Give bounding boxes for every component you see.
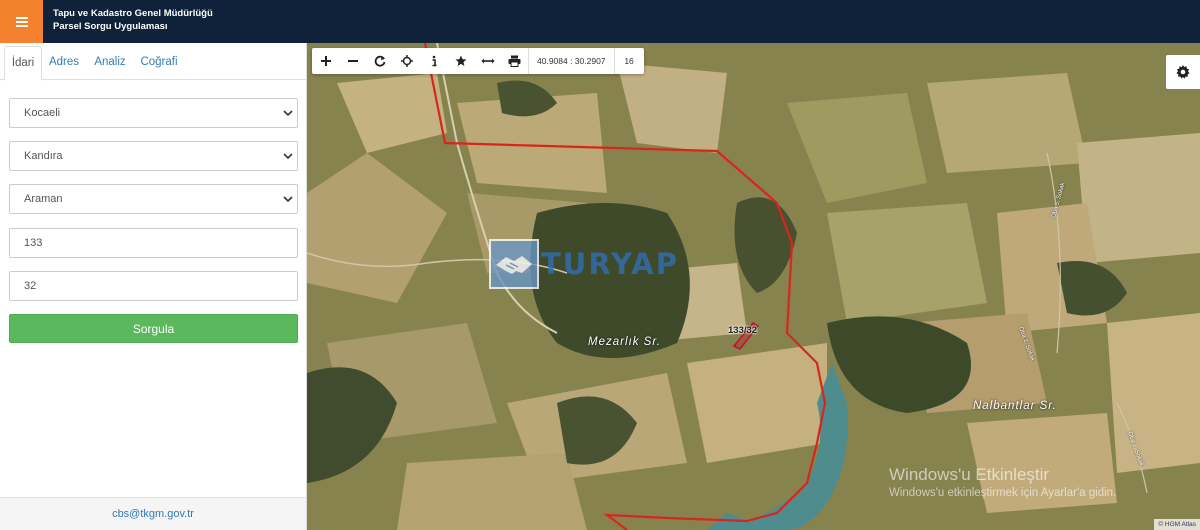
map-view[interactable]: 40.9084 : 30.2907 16 TURYAP Mezarlık Sr.… — [307, 43, 1200, 530]
chevron-down-icon — [283, 153, 293, 160]
app-name: Parsel Sorgu Uygulaması — [53, 21, 168, 32]
parcel-label: 133/32 — [728, 325, 758, 336]
zoom-in-icon[interactable] — [312, 48, 339, 74]
org-name: Tapu ve Kadastro Genel Müdürlüğü — [53, 8, 213, 19]
block-no-input[interactable]: 133 — [9, 228, 298, 258]
neighborhood-select[interactable]: Araman — [9, 184, 298, 214]
map-toolbar: 40.9084 : 30.2907 16 — [312, 48, 644, 74]
app-title: Tapu ve Kadastro Genel Müdürlüğü Parsel … — [53, 7, 213, 33]
tab-cografi[interactable]: Coğrafi — [136, 46, 182, 81]
print-icon[interactable] — [501, 48, 528, 74]
tab-bar: İdari Adres Analiz Coğrafi — [0, 43, 307, 81]
neighborhood-value: Araman — [24, 193, 63, 205]
place-label-mezarlik: Mezarlık Sr. — [588, 336, 661, 348]
tab-analiz[interactable]: Analiz — [89, 46, 131, 81]
parcel-no-input[interactable]: 32 — [9, 271, 298, 301]
zoom-out-icon[interactable] — [339, 48, 366, 74]
locate-icon[interactable] — [393, 48, 420, 74]
info-icon[interactable] — [420, 48, 447, 74]
tab-idari[interactable]: İdari — [4, 46, 42, 81]
place-label-nalbantlar: Nalbantlar Sr. — [973, 400, 1057, 412]
app-header: Tapu ve Kadastro Genel Müdürlüğü Parsel … — [0, 0, 1200, 43]
tab-adres[interactable]: Adres — [44, 46, 84, 81]
handshake-icon — [489, 239, 539, 289]
windows-activation-title: Windows'u Etkinleştir — [889, 465, 1050, 484]
province-select[interactable]: Kocaeli — [9, 98, 298, 128]
menu-button[interactable] — [0, 0, 43, 43]
contact-email-link[interactable]: cbs@tkgm.gov.tr — [112, 508, 194, 520]
district-select[interactable]: Kandıra — [9, 141, 298, 171]
gear-icon — [1176, 65, 1190, 79]
watermark-text: TURYAP — [541, 247, 679, 281]
zoom-level-readout: 16 — [613, 48, 644, 74]
star-icon[interactable] — [447, 48, 474, 74]
province-value: Kocaeli — [24, 107, 61, 119]
settings-button[interactable] — [1166, 55, 1200, 89]
refresh-icon[interactable] — [366, 48, 393, 74]
query-panel: İdari Adres Analiz Coğrafi Kocaeli Kandı… — [0, 43, 307, 530]
turyap-watermark: TURYAP — [489, 239, 679, 289]
hamburger-icon — [15, 16, 28, 27]
measure-icon[interactable] — [474, 48, 501, 74]
parcel-no-value: 32 — [24, 280, 37, 292]
coordinate-readout: 40.9084 : 30.2907 — [528, 48, 614, 74]
satellite-imagery — [307, 43, 1200, 530]
district-value: Kandıra — [24, 150, 63, 162]
block-no-value: 133 — [24, 237, 43, 249]
chevron-down-icon — [283, 196, 293, 203]
map-attribution[interactable]: © HGM Atlas — [1154, 519, 1200, 530]
panel-footer: cbs@tkgm.gov.tr — [0, 497, 306, 530]
query-button[interactable]: Sorgula — [9, 314, 298, 343]
windows-activation-subtitle: Windows'u etkinleştirmek için Ayarlar'a … — [889, 487, 1117, 499]
chevron-down-icon — [283, 110, 293, 117]
